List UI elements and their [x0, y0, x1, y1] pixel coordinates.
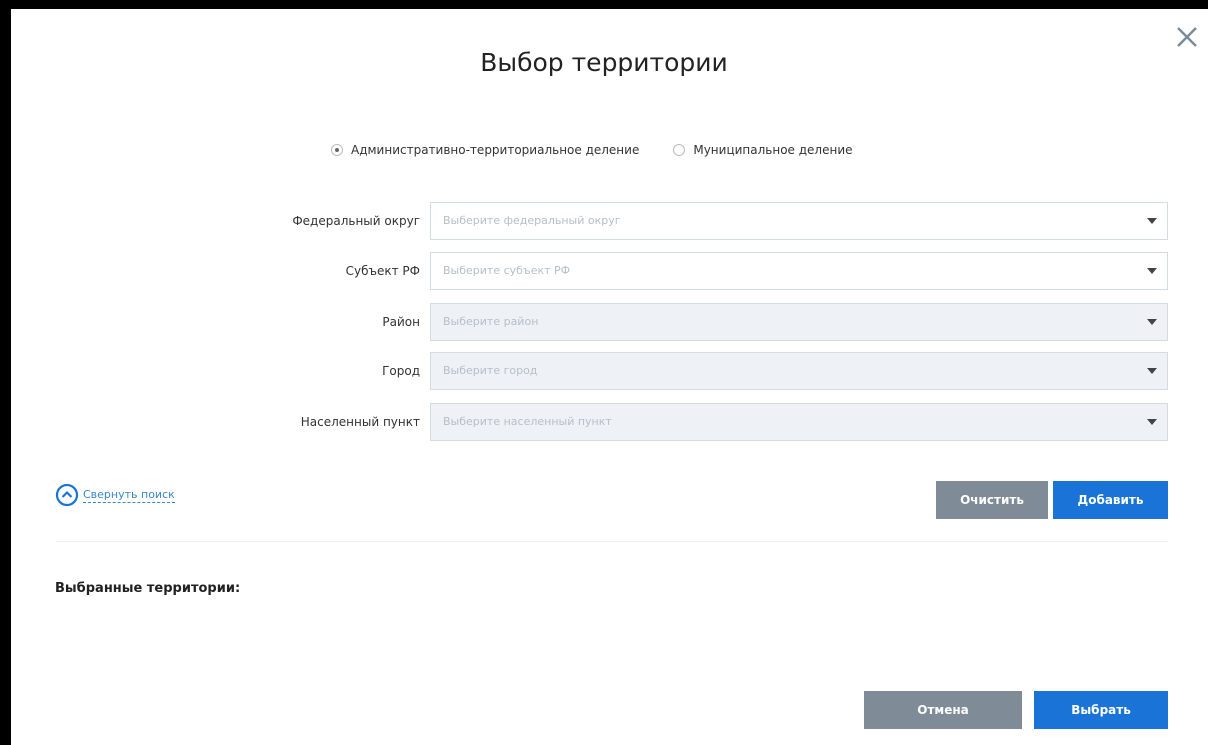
district-placeholder: Выберите район: [443, 315, 539, 328]
chevron-down-icon: [1147, 268, 1157, 274]
radio-admin-division-label: Административно-территориальное деление: [351, 143, 640, 157]
federal-district-label: Федеральный округ: [292, 214, 420, 228]
selected-territories-heading: Выбранные территории:: [55, 581, 241, 596]
federal-district-placeholder: Выберите федеральный округ: [443, 214, 621, 227]
collapse-search-label: Свернуть поиск: [83, 487, 175, 503]
city-placeholder: Выберите город: [443, 364, 538, 377]
chevron-down-icon: [1147, 419, 1157, 425]
select-button[interactable]: Выбрать: [1034, 691, 1168, 729]
row-subject: Субъект РФ Выберите субъект РФ: [0, 252, 1208, 290]
row-district: Район Выберите район: [0, 303, 1208, 341]
radio-unchecked-icon[interactable]: [673, 144, 686, 156]
collapse-search-link[interactable]: Свернуть поиск: [55, 483, 175, 507]
subject-select[interactable]: Выберите субъект РФ: [430, 252, 1168, 290]
radio-admin-division[interactable]: Административно-территориальное деление: [331, 143, 639, 157]
dialog-title: Выбор территории: [480, 48, 728, 77]
chevron-up-circle-icon: [55, 483, 79, 507]
subject-placeholder: Выберите субъект РФ: [443, 264, 571, 277]
radio-municipal-division-label: Муниципальное деление: [693, 143, 853, 157]
row-city: Город Выберите город: [0, 352, 1208, 390]
clear-button[interactable]: Очистить: [936, 481, 1048, 519]
settlement-select[interactable]: Выберите населенный пункт: [430, 403, 1168, 441]
window-frame-top: [0, 0, 1208, 9]
chevron-down-icon: [1147, 368, 1157, 374]
federal-district-select[interactable]: Выберите федеральный округ: [430, 202, 1168, 240]
chevron-down-icon: [1147, 218, 1157, 224]
chevron-down-icon: [1147, 319, 1157, 325]
city-label: Город: [382, 364, 420, 378]
division-radio-group: Административно-территориальное деление …: [331, 143, 887, 157]
section-divider: [56, 541, 1168, 542]
radio-municipal-division[interactable]: Муниципальное деление: [673, 143, 853, 157]
cancel-button[interactable]: Отмена: [864, 691, 1022, 729]
district-select[interactable]: Выберите район: [430, 303, 1168, 341]
settlement-label: Населенный пункт: [300, 415, 420, 429]
radio-checked-icon[interactable]: [331, 144, 343, 156]
subject-label: Субъект РФ: [345, 264, 420, 278]
district-label: Район: [382, 315, 420, 329]
add-button[interactable]: Добавить: [1053, 481, 1168, 519]
city-select[interactable]: Выберите город: [430, 352, 1168, 390]
row-federal-district: Федеральный округ Выберите федеральный о…: [0, 202, 1208, 240]
settlement-placeholder: Выберите населенный пункт: [443, 415, 612, 428]
row-settlement: Населенный пункт Выберите населенный пун…: [0, 403, 1208, 441]
